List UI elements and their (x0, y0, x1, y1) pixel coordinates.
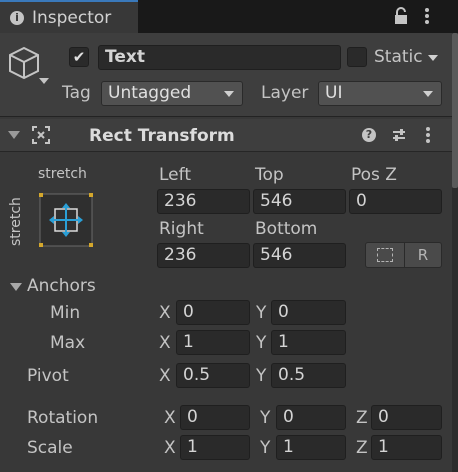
anchors-min-x-field[interactable]: 0 (176, 300, 250, 325)
posz-label: Pos Z (351, 165, 397, 185)
rotation-z-field[interactable]: 0 (371, 405, 442, 430)
preset-side-label: stretch (8, 197, 24, 246)
anchors-min-y-field[interactable]: 0 (271, 300, 346, 325)
z-label: Z (356, 438, 368, 458)
x-label: X (159, 333, 171, 353)
object-name-field[interactable]: Text (98, 45, 341, 70)
top-field[interactable]: 546 (253, 189, 346, 214)
icon-dropdown-arrow[interactable] (39, 78, 49, 84)
x-label: X (164, 438, 176, 458)
left-label: Left (159, 165, 191, 185)
blueprint-icon (377, 248, 393, 262)
right-label: Right (159, 219, 204, 239)
x-label: X (159, 366, 171, 386)
active-checkbox[interactable]: ✔ (69, 47, 89, 67)
left-field[interactable]: 236 (157, 189, 250, 214)
anchors-label[interactable]: Anchors (27, 276, 96, 296)
info-icon: i (10, 11, 24, 25)
tag-label: Tag (62, 83, 91, 103)
tag-value: Untagged (108, 83, 192, 103)
preset-top-label: stretch (38, 166, 87, 182)
chevron-down-icon (224, 91, 234, 97)
tag-dropdown[interactable]: Untagged (101, 81, 243, 106)
x-label: X (164, 408, 176, 428)
bottom-field[interactable]: 546 (253, 243, 346, 268)
anchors-max-x-field[interactable]: 1 (176, 330, 250, 355)
settings-sliders-icon[interactable] (391, 127, 407, 147)
x-label: X (159, 303, 171, 323)
anchor-preset-button[interactable] (38, 192, 94, 248)
gameobject-cube-icon (8, 46, 42, 86)
top-label: Top (255, 165, 284, 185)
anchors-foldout-arrow-icon[interactable] (10, 283, 22, 291)
pivot-label: Pivot (27, 366, 69, 386)
rect-transform-icon (31, 125, 51, 149)
y-label: Y (256, 333, 267, 353)
component-title: Rect Transform (89, 126, 235, 146)
scale-label: Scale (27, 438, 73, 458)
right-field[interactable]: 236 (157, 243, 250, 268)
y-label: Y (260, 438, 271, 458)
z-label: Z (356, 408, 368, 428)
tab-title: Inspector (32, 8, 112, 28)
foldout-arrow-icon[interactable] (8, 131, 20, 139)
scale-z-field[interactable]: 1 (371, 435, 442, 460)
y-label: Y (256, 303, 267, 323)
rotation-x-field[interactable]: 0 (180, 405, 250, 430)
tab-inspector[interactable]: i Inspector (0, 0, 138, 33)
pivot-y-field[interactable]: 0.5 (271, 363, 346, 388)
rotation-label: Rotation (27, 408, 99, 428)
more-vertical-icon[interactable] (425, 126, 431, 148)
raw-edit-button[interactable]: R (405, 243, 441, 267)
help-icon[interactable]: ? (362, 128, 376, 142)
static-label[interactable]: Static (374, 47, 423, 67)
layer-value: UI (325, 83, 343, 103)
y-label: Y (260, 408, 271, 428)
anchors-max-y-field[interactable]: 1 (271, 330, 346, 355)
lock-icon[interactable] (393, 6, 409, 31)
pivot-x-field[interactable]: 0.5 (176, 363, 250, 388)
posz-field[interactable]: 0 (349, 189, 442, 214)
more-vertical-icon[interactable] (424, 6, 430, 31)
scale-y-field[interactable]: 1 (276, 435, 346, 460)
blueprint-mode-button[interactable] (366, 243, 405, 267)
bottom-label: Bottom (255, 219, 318, 239)
scrollbar-thumb[interactable] (452, 33, 458, 188)
y-label: Y (256, 366, 267, 386)
anchors-min-label: Min (50, 303, 81, 323)
scale-x-field[interactable]: 1 (180, 435, 250, 460)
layer-dropdown[interactable]: UI (318, 81, 442, 106)
static-dropdown-arrow[interactable] (428, 55, 438, 61)
static-checkbox[interactable] (347, 47, 367, 67)
chevron-down-icon (423, 91, 433, 97)
blueprint-raw-buttons: R (365, 242, 442, 268)
layer-label: Layer (261, 83, 309, 103)
anchors-max-label: Max (50, 333, 86, 353)
rotation-y-field[interactable]: 0 (276, 405, 346, 430)
